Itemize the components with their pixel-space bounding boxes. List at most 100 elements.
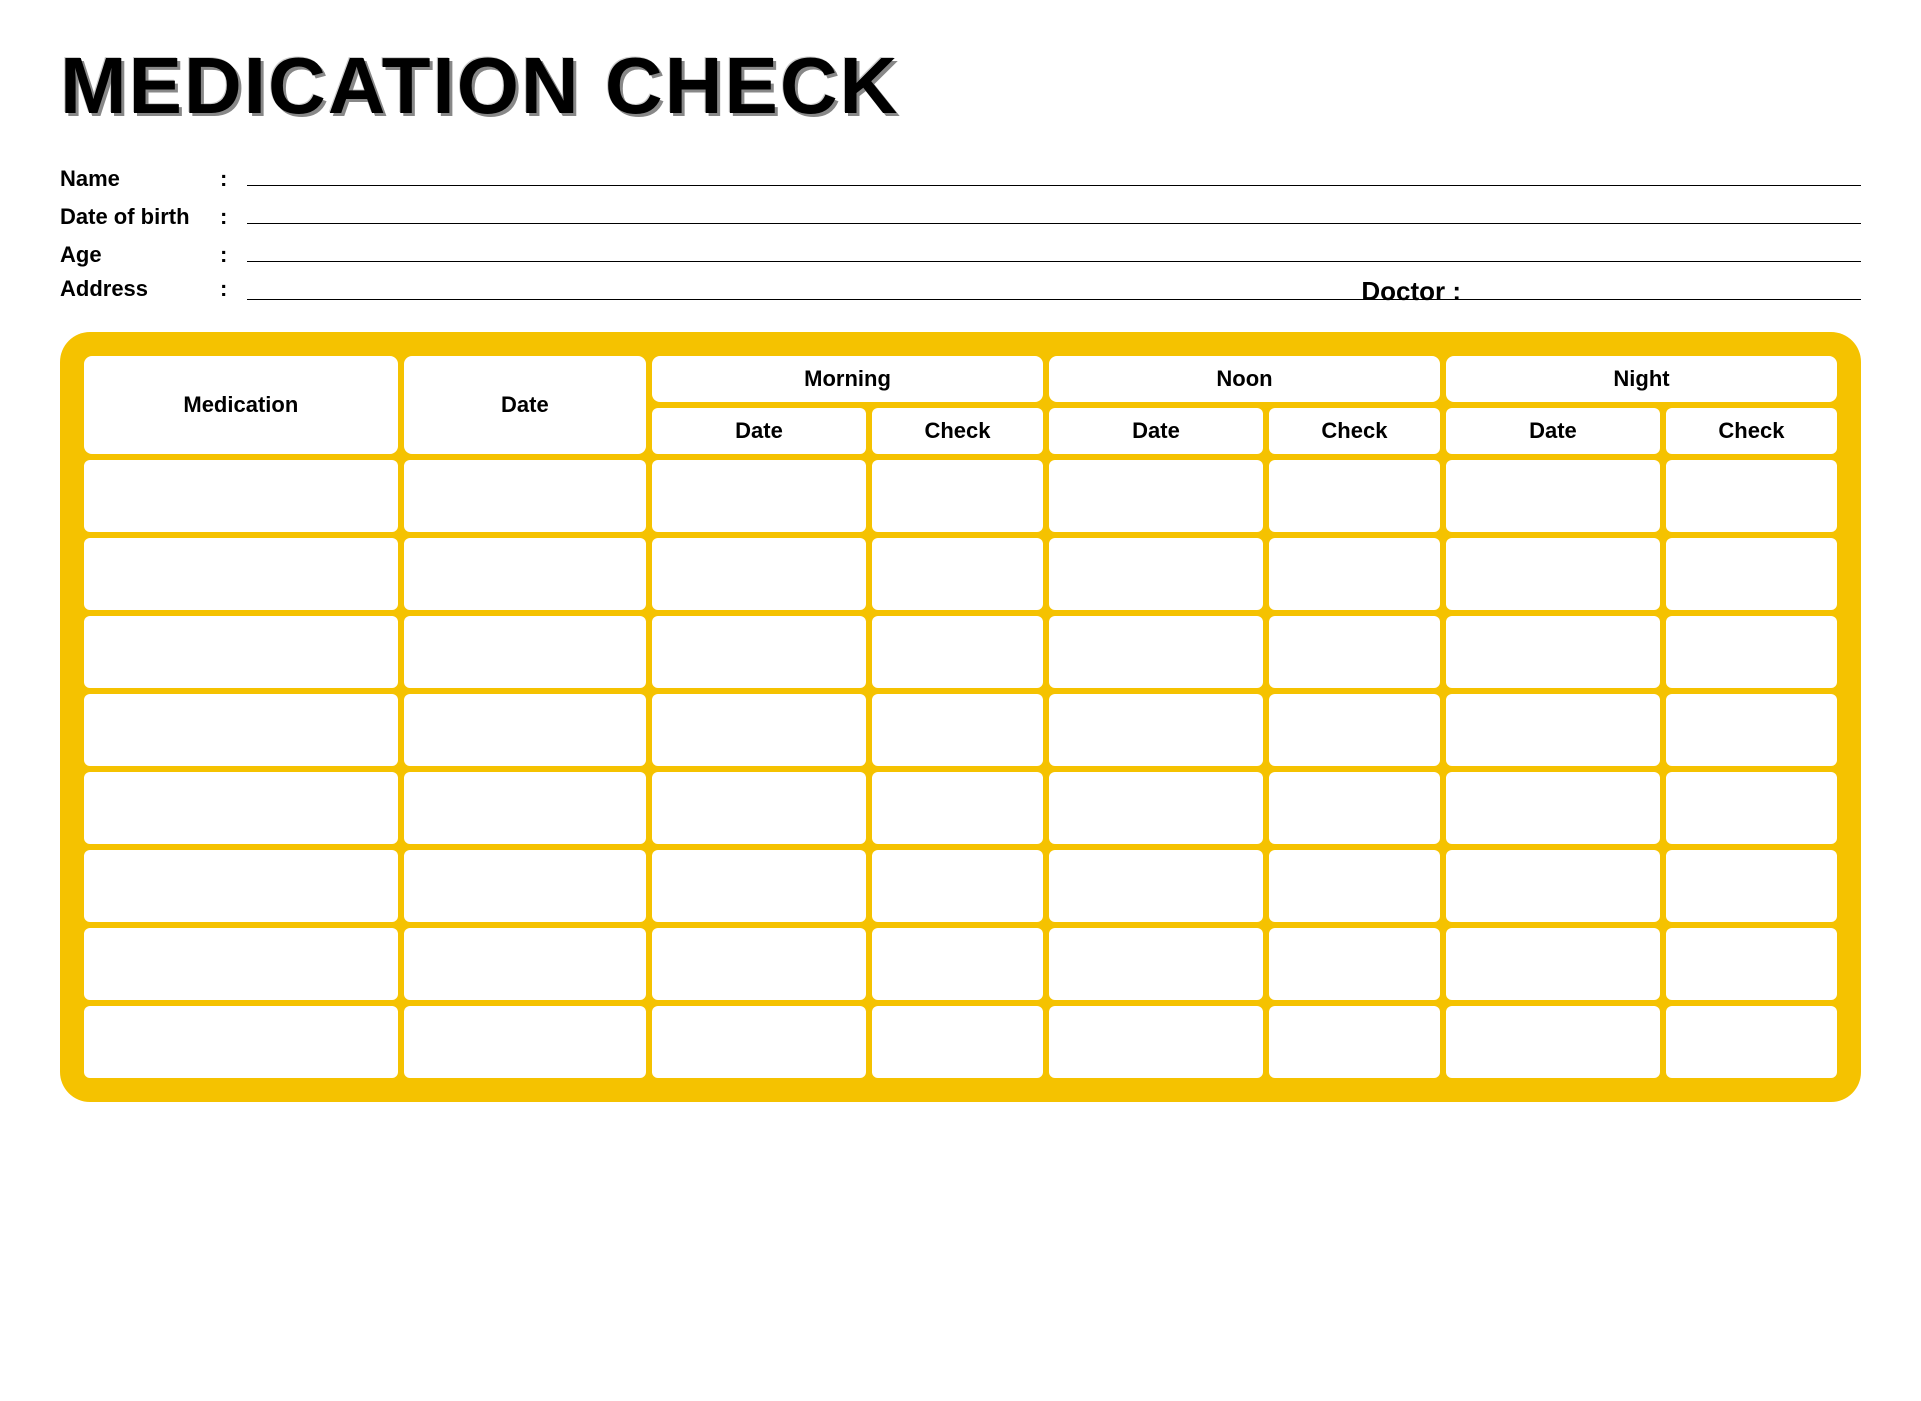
table-body (84, 460, 1837, 1078)
table-cell (1269, 772, 1440, 844)
table-cell (1666, 460, 1837, 532)
table-cell (84, 1006, 398, 1078)
table-cell (652, 772, 866, 844)
table-cell (1269, 1006, 1440, 1078)
night-header: Night (1446, 356, 1837, 402)
table-row (84, 694, 1837, 766)
table-cell (1666, 772, 1837, 844)
dob-label: Date of birth (60, 204, 220, 230)
age-colon: : (220, 242, 227, 268)
table-cell (1049, 772, 1263, 844)
table-cell (1446, 928, 1660, 1000)
table-cell (652, 538, 866, 610)
page-title: MEDICATION CHECK (60, 40, 1861, 132)
table-cell (872, 616, 1043, 688)
name-row: Name : (60, 162, 1861, 192)
table-cell (1666, 1006, 1837, 1078)
age-label: Age (60, 242, 220, 268)
table-cell (404, 616, 646, 688)
table-cell (404, 850, 646, 922)
table-cell (404, 928, 646, 1000)
noon-check-header: Check (1269, 408, 1440, 454)
table-cell (84, 694, 398, 766)
table-cell (872, 772, 1043, 844)
table-cell (1269, 460, 1440, 532)
table-cell (84, 538, 398, 610)
doctor-label: Doctor : (1361, 276, 1461, 307)
table-cell (1049, 928, 1263, 1000)
name-label: Name (60, 166, 220, 192)
table-cell (872, 928, 1043, 1000)
table-cell (1049, 694, 1263, 766)
table-row (84, 538, 1837, 610)
table-cell (872, 460, 1043, 532)
table-cell (1049, 616, 1263, 688)
table-cell (1446, 772, 1660, 844)
table-cell (652, 616, 866, 688)
table-cell (1666, 928, 1837, 1000)
table-cell (1049, 1006, 1263, 1078)
table-row (84, 1006, 1837, 1078)
table-cell (1666, 694, 1837, 766)
table-cell (1446, 850, 1660, 922)
table-cell (404, 772, 646, 844)
age-value (247, 238, 1861, 262)
table-cell (1269, 538, 1440, 610)
age-row: Age : (60, 238, 1861, 268)
table-cell (84, 928, 398, 1000)
table-cell (1446, 1006, 1660, 1078)
noon-date-header: Date (1049, 408, 1263, 454)
table-cell (1269, 850, 1440, 922)
noon-header: Noon (1049, 356, 1440, 402)
table-cell (1446, 616, 1660, 688)
address-label: Address (60, 276, 220, 302)
table-cell (652, 850, 866, 922)
table-cell (84, 616, 398, 688)
table-cell (1666, 538, 1837, 610)
table-cell (1269, 694, 1440, 766)
table-cell (1049, 460, 1263, 532)
address-colon: : (220, 276, 227, 302)
table-cell (652, 928, 866, 1000)
table-cell (1269, 616, 1440, 688)
night-date-header: Date (1446, 408, 1660, 454)
morning-check-header: Check (872, 408, 1043, 454)
table-cell (872, 694, 1043, 766)
table-cell (404, 694, 646, 766)
name-colon: : (220, 166, 227, 192)
table-cell (84, 460, 398, 532)
table-cell (652, 1006, 866, 1078)
table-cell (404, 1006, 646, 1078)
table-cell (872, 1006, 1043, 1078)
table-cell (1666, 850, 1837, 922)
table-cell (872, 850, 1043, 922)
morning-header: Morning (652, 356, 1043, 402)
header-group-row: Medication Date Morning Noon Night (84, 356, 1837, 402)
table-cell (652, 460, 866, 532)
table-cell (1269, 928, 1440, 1000)
table-row (84, 928, 1837, 1000)
table-cell (652, 694, 866, 766)
date-col-header: Date (404, 356, 646, 454)
table-cell (404, 538, 646, 610)
table-cell (1666, 616, 1837, 688)
morning-date-header: Date (652, 408, 866, 454)
patient-info: Name : Date of birth : Age : Address : D… (60, 162, 1861, 302)
night-check-header: Check (1666, 408, 1837, 454)
name-value (247, 162, 1861, 186)
table-cell (1446, 538, 1660, 610)
table-cell (84, 772, 398, 844)
table-row (84, 616, 1837, 688)
medication-col-header: Medication (84, 356, 398, 454)
medication-table: Medication Date Morning Noon Night Date … (78, 350, 1843, 1084)
table-cell (872, 538, 1043, 610)
table-cell (404, 460, 646, 532)
table-cell (1446, 460, 1660, 532)
table-cell (1446, 694, 1660, 766)
table-row (84, 460, 1837, 532)
table-cell (84, 850, 398, 922)
table-row (84, 772, 1837, 844)
dob-row: Date of birth : (60, 200, 1861, 230)
dob-colon: : (220, 204, 227, 230)
table-container: Medication Date Morning Noon Night Date … (60, 332, 1861, 1102)
